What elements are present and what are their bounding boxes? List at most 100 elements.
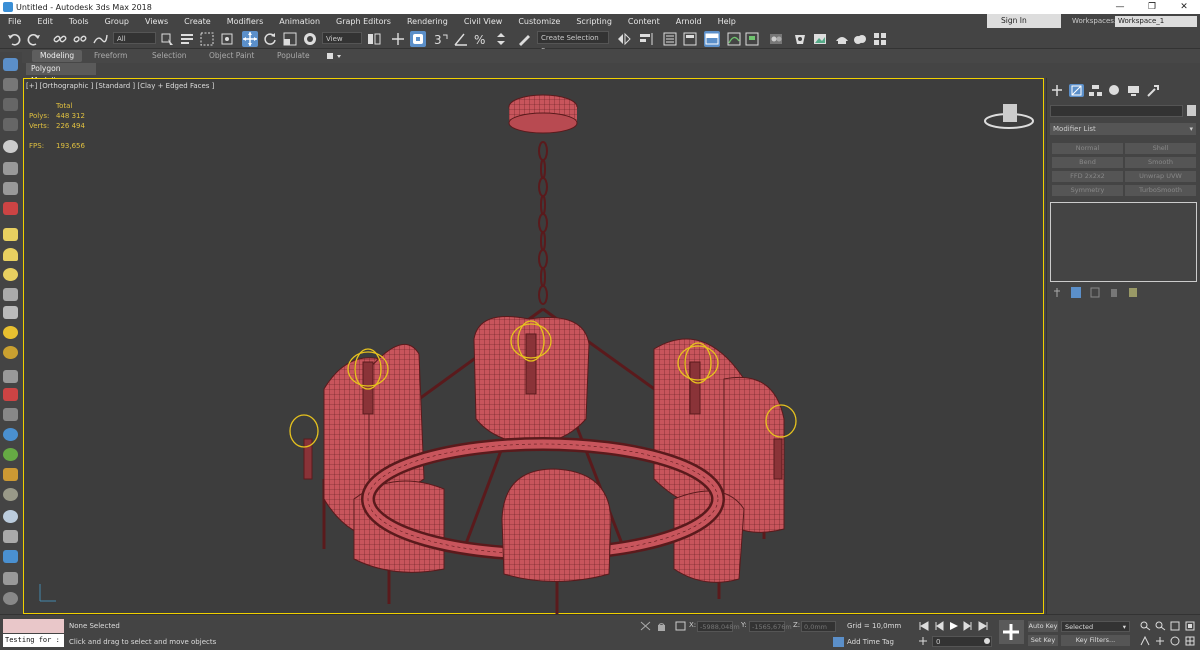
- modifier-shell-button[interactable]: Shell: [1125, 143, 1196, 154]
- tab-object-paint[interactable]: Object Paint: [201, 50, 262, 62]
- modifier-bend-button[interactable]: Bend: [1052, 157, 1123, 168]
- go-to-start-icon[interactable]: [918, 621, 929, 631]
- modifier-normal-button[interactable]: Normal: [1052, 143, 1123, 154]
- select-and-scale-icon[interactable]: [282, 31, 298, 47]
- zoom-all-icon[interactable]: [1155, 621, 1166, 631]
- menu-group[interactable]: Group: [97, 14, 137, 29]
- container-explorer-icon[interactable]: [3, 58, 18, 71]
- modifier-ffd-button[interactable]: FFD 2x2x2: [1052, 171, 1123, 182]
- tab-selection[interactable]: Selection: [144, 50, 195, 62]
- dome-icon[interactable]: [3, 248, 18, 261]
- rock-icon[interactable]: [3, 488, 18, 501]
- zoom-icon[interactable]: [1140, 621, 1151, 631]
- ribbon-panel-polygon-modeling[interactable]: Polygon Modeling: [26, 63, 96, 85]
- select-manipulate-icon[interactable]: [390, 31, 406, 47]
- spacewarp-icon[interactable]: [3, 202, 18, 215]
- material-editor-icon[interactable]: [768, 31, 784, 47]
- maxscript-mini-listener[interactable]: Testing for :: [3, 634, 64, 647]
- set-keys-button[interactable]: [999, 620, 1024, 644]
- key-filters-button[interactable]: Key Filters...: [1061, 635, 1130, 646]
- hierarchy-tab-icon[interactable]: [1088, 84, 1103, 97]
- add-time-tag-icon[interactable]: [833, 637, 844, 647]
- schematic-view-icon[interactable]: [744, 31, 760, 47]
- cone-icon[interactable]: [3, 306, 18, 319]
- workspace-dropdown[interactable]: Workspace_1: [1115, 16, 1197, 27]
- curve-editor-icon[interactable]: [726, 31, 742, 47]
- ribbon-options-icon[interactable]: [325, 51, 343, 61]
- utilities-tab-icon[interactable]: [1145, 84, 1160, 97]
- menu-modifiers[interactable]: Modifiers: [219, 14, 272, 29]
- create-tab-icon[interactable]: [1050, 84, 1065, 97]
- snaps-toggle-icon[interactable]: 3: [433, 31, 449, 47]
- select-object-icon[interactable]: [159, 31, 175, 47]
- field-of-view-icon[interactable]: [1140, 635, 1151, 646]
- tab-modeling[interactable]: Modeling: [32, 50, 83, 62]
- sign-in-button[interactable]: Sign In: [987, 14, 1061, 28]
- menu-content[interactable]: Content: [620, 14, 668, 29]
- zoom-extents-all-icon[interactable]: [1185, 621, 1196, 631]
- menu-tools[interactable]: Tools: [61, 14, 97, 29]
- globe-icon[interactable]: [3, 428, 18, 441]
- percent-snap-icon[interactable]: %: [473, 31, 489, 47]
- x-coordinate-field[interactable]: -5988,048m: [697, 621, 740, 632]
- layers-icon[interactable]: [3, 98, 18, 111]
- motion-tab-icon[interactable]: [1107, 84, 1122, 97]
- menu-file[interactable]: File: [0, 14, 29, 29]
- configure-modifier-sets-icon[interactable]: [1128, 287, 1138, 298]
- modifier-stack[interactable]: [1050, 202, 1197, 282]
- menu-graph-editors[interactable]: Graph Editors: [328, 14, 399, 29]
- help-icon[interactable]: [3, 592, 18, 605]
- previous-frame-icon[interactable]: [933, 621, 944, 631]
- modifier-smooth-button[interactable]: Smooth: [1125, 157, 1196, 168]
- modifier-unwrap-uvw-button[interactable]: Unwrap UVW: [1125, 171, 1196, 182]
- isolate-icon[interactable]: [3, 118, 18, 131]
- select-and-rotate-icon[interactable]: [262, 31, 278, 47]
- maxscript-listener-output[interactable]: [3, 619, 64, 633]
- orbit-icon[interactable]: [1170, 636, 1181, 646]
- menu-scripting[interactable]: Scripting: [568, 14, 620, 29]
- sphere-gold-icon[interactable]: [3, 346, 18, 359]
- reference-coordinate-dropdown[interactable]: View: [322, 32, 362, 44]
- keyboard-shortcut-override-icon[interactable]: [410, 31, 426, 47]
- grid-icon[interactable]: [3, 370, 18, 383]
- selection-lock-icon[interactable]: [656, 621, 667, 631]
- sun-icon[interactable]: [3, 326, 18, 339]
- remove-modifier-icon[interactable]: [1109, 287, 1119, 298]
- menu-help[interactable]: Help: [710, 14, 744, 29]
- character-icon[interactable]: [3, 408, 18, 421]
- select-and-move-icon[interactable]: [242, 31, 258, 47]
- angle-snap-icon[interactable]: [453, 31, 469, 47]
- link-icon[interactable]: [52, 31, 68, 47]
- helper-icon[interactable]: [3, 182, 18, 195]
- minimize-button[interactable]: —: [1104, 0, 1136, 14]
- window-crossing-icon[interactable]: [219, 31, 235, 47]
- auto-key-button[interactable]: Auto Key: [1028, 621, 1058, 632]
- show-end-result-icon[interactable]: [1071, 287, 1081, 298]
- mirror-icon[interactable]: [616, 31, 632, 47]
- menu-arnold[interactable]: Arnold: [668, 14, 710, 29]
- camera-icon[interactable]: [3, 162, 18, 175]
- material-sphere-icon[interactable]: [3, 510, 18, 523]
- foliage-icon[interactable]: [3, 448, 18, 461]
- modifier-turbosmooth-button[interactable]: TurboSmooth: [1125, 185, 1196, 196]
- menu-animation[interactable]: Animation: [271, 14, 328, 29]
- maximize-button[interactable]: ❐: [1136, 0, 1168, 14]
- go-to-end-icon[interactable]: [978, 621, 989, 631]
- menu-edit[interactable]: Edit: [29, 14, 61, 29]
- layer-explorer-icon[interactable]: [682, 31, 698, 47]
- light-icon[interactable]: [3, 140, 18, 153]
- file-icon[interactable]: [3, 572, 18, 585]
- viewport-perspective[interactable]: [23, 78, 1044, 615]
- undo-icon[interactable]: [6, 31, 22, 47]
- menu-customize[interactable]: Customize: [510, 14, 568, 29]
- edit-named-selection-icon[interactable]: [516, 31, 532, 47]
- menu-views[interactable]: Views: [137, 14, 176, 29]
- unlink-icon[interactable]: [72, 31, 88, 47]
- pivot-center-icon[interactable]: [366, 31, 382, 47]
- menu-civil-view[interactable]: Civil View: [456, 14, 511, 29]
- sphere-icon[interactable]: [3, 268, 18, 281]
- time-config-icon[interactable]: [918, 636, 929, 646]
- box-primitive-icon[interactable]: [3, 228, 18, 241]
- close-button[interactable]: ✕: [1168, 0, 1200, 14]
- play-icon[interactable]: [948, 621, 959, 631]
